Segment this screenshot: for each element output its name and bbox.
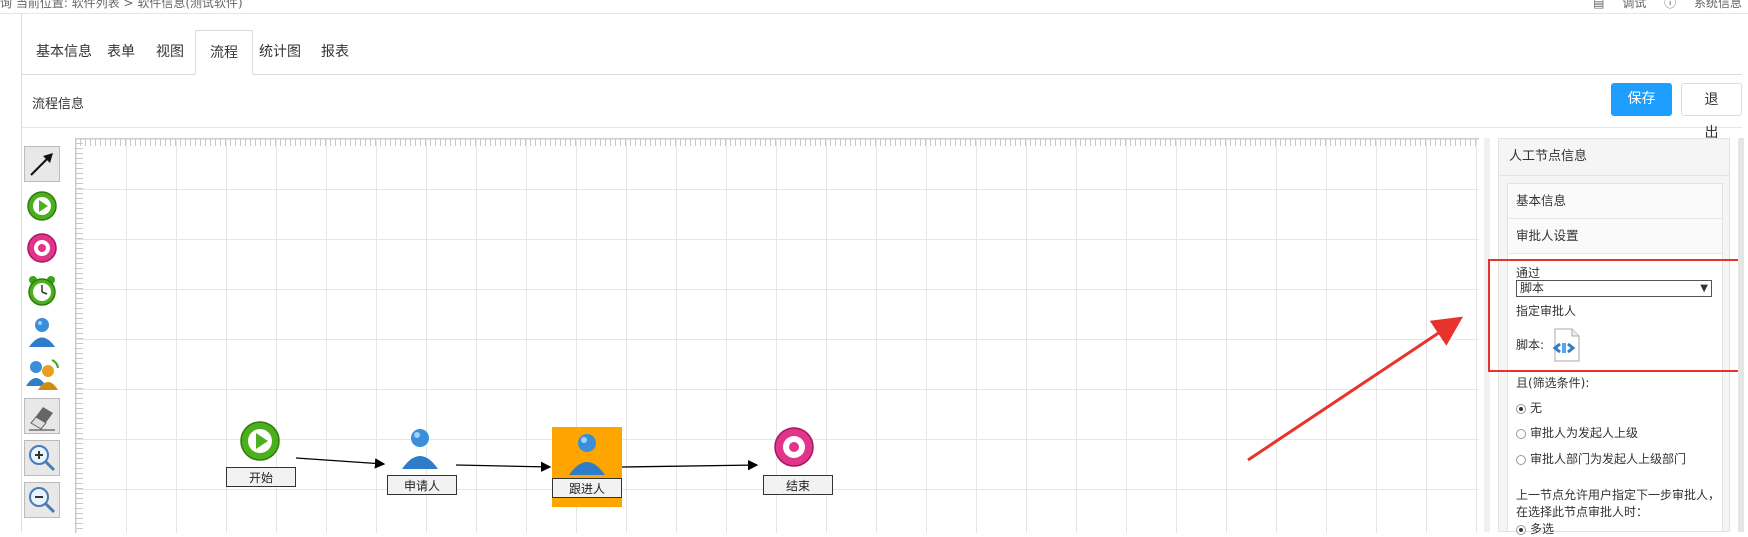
note-line-1: 上一节点允许用户指定下一步审批人， — [1516, 488, 1721, 502]
node-apply-label[interactable]: 申请人 — [387, 475, 457, 495]
flow-header: 流程信息 保存 退出 — [22, 75, 1742, 141]
exit-button[interactable]: 退出 — [1681, 83, 1742, 141]
highlight-box — [1488, 259, 1740, 372]
end-node-icon[interactable] — [772, 425, 816, 473]
node-start-label[interactable]: 开始 — [226, 467, 296, 487]
radio-icon — [1516, 403, 1526, 414]
panel-title: 人工节点信息 — [1499, 139, 1729, 176]
user-node-icon[interactable] — [398, 425, 442, 475]
top-bar: 询 当前位置: 软件列表 > 软件信息(测试软件) ▤ 调试 ⓘ 系统信息 — [0, 0, 1748, 14]
start-node-icon[interactable] — [238, 419, 282, 467]
tab-stat-chart[interactable]: 统计图 — [245, 30, 315, 74]
radio-icon — [1516, 454, 1526, 465]
group-node-icon[interactable] — [24, 356, 60, 392]
node-end-label[interactable]: 结束 — [763, 475, 833, 495]
eraser-icon[interactable] — [24, 398, 60, 434]
radio-multi[interactable]: 多选 — [1516, 520, 1554, 537]
top-links: ▤ 调试 ⓘ 系统信息 — [1579, 0, 1742, 11]
tab-view[interactable]: 视图 — [142, 30, 198, 74]
canvas-ruler-left — [75, 138, 83, 532]
zoom-out-icon[interactable] — [24, 482, 60, 518]
radio-dept[interactable]: 审批人部门为发起人上级部门 — [1516, 450, 1686, 467]
section-approver-settings[interactable]: 审批人设置 — [1508, 219, 1722, 254]
panel-scrollbar[interactable] — [1738, 138, 1744, 532]
tab-form[interactable]: 表单 — [93, 30, 149, 74]
help-link[interactable]: ⓘ 系统信息 — [1664, 0, 1742, 10]
radio-superior[interactable]: 审批人为发起人上级 — [1516, 424, 1638, 441]
start-node-icon[interactable] — [24, 188, 60, 224]
zoom-in-icon[interactable] — [24, 440, 60, 476]
save-button[interactable]: 保存 — [1611, 83, 1672, 116]
section-basic-info[interactable]: 基本信息 — [1508, 184, 1722, 219]
radio-icon — [1516, 428, 1526, 439]
end-node-icon[interactable] — [24, 230, 60, 266]
radio-none[interactable]: 无 — [1516, 399, 1542, 416]
debug-link[interactable]: ▤ 调试 — [1593, 0, 1646, 10]
breadcrumb: 询 当前位置: 软件列表 > 软件信息(测试软件) — [0, 0, 243, 10]
tab-report[interactable]: 报表 — [307, 30, 363, 74]
timer-node-icon[interactable] — [24, 272, 60, 308]
note-line-2: 在选择此节点审批人时： — [1516, 505, 1649, 519]
filter-label: 且(筛选条件): — [1516, 376, 1590, 390]
node-follow-label[interactable]: 跟进人 — [552, 478, 622, 498]
canvas-ruler-top — [75, 138, 1478, 146]
page-title: 流程信息 — [32, 97, 85, 112]
radio-icon — [1516, 524, 1526, 535]
arrow-select-icon[interactable] — [24, 146, 60, 182]
tab-bar: 基本信息 表单 视图 流程 统计图 报表 — [22, 30, 1742, 75]
user-node-icon[interactable] — [24, 314, 60, 350]
